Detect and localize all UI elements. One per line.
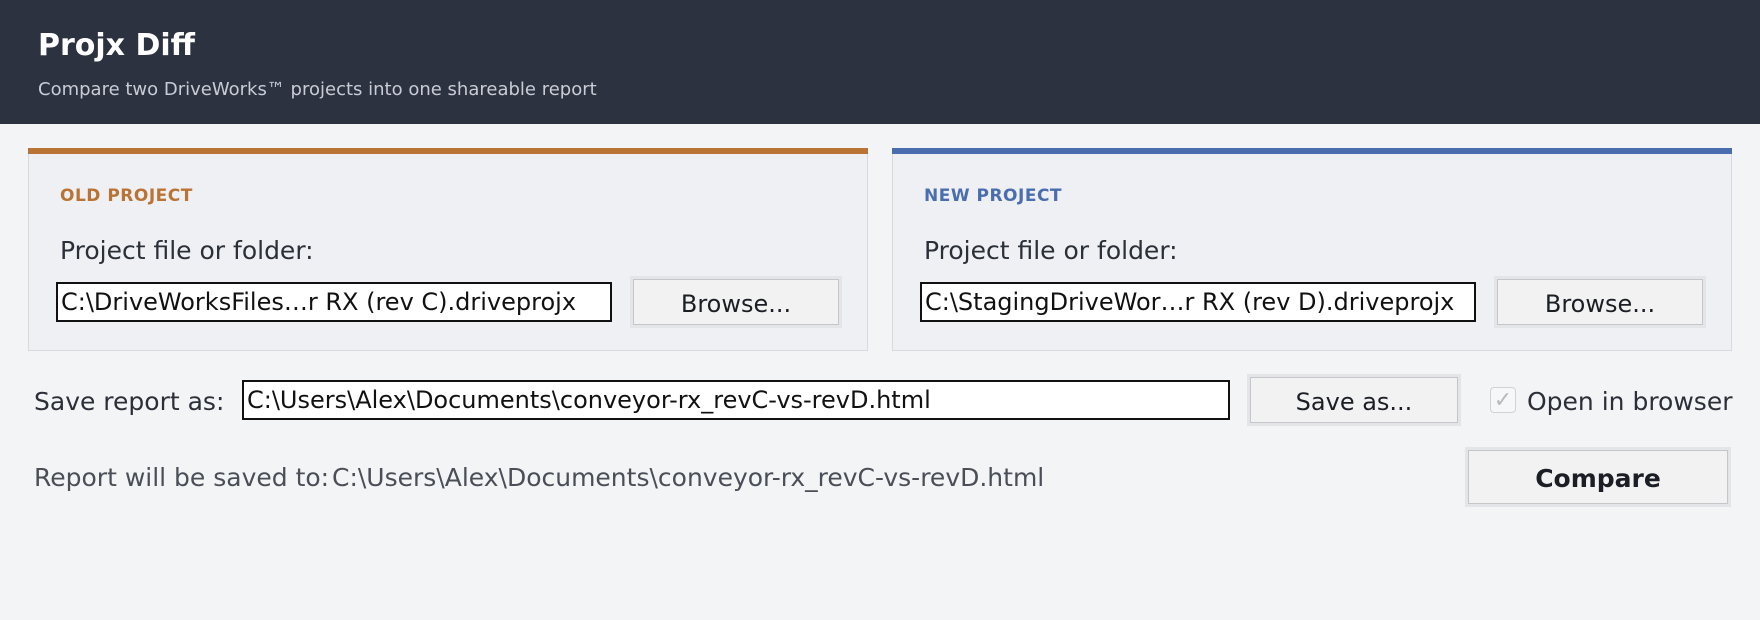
old-project-heading: OLD PROJECT	[60, 186, 193, 206]
new-project-browse-button[interactable]: Browse...	[1497, 279, 1703, 325]
old-project-path-input[interactable]: C:\DriveWorksFiles…r RX (rev C).drivepro…	[56, 282, 612, 322]
old-project-accent-bar	[28, 148, 868, 154]
checkmark-icon: ✓	[1493, 387, 1513, 412]
save-report-label: Save report as:	[34, 387, 225, 416]
new-project-panel: NEW PROJECT Project file or folder: C:\S…	[892, 148, 1732, 351]
new-project-path-input[interactable]: C:\StagingDriveWor…r RX (rev D).drivepro…	[920, 282, 1476, 322]
report-destination-label: Report will be saved to:	[34, 463, 330, 492]
old-project-browse-button[interactable]: Browse...	[633, 279, 839, 325]
new-project-field-label: Project file or folder:	[924, 236, 1178, 265]
new-project-accent-bar	[892, 148, 1732, 154]
save-report-path-input[interactable]: C:\Users\Alex\Documents\conveyor-rx_revC…	[242, 380, 1230, 420]
compare-button[interactable]: Compare	[1468, 450, 1728, 504]
old-project-field-label: Project file or folder:	[60, 236, 314, 265]
old-project-panel: OLD PROJECT Project file or folder: C:\D…	[28, 148, 868, 351]
app-header: Projx Diff Compare two DriveWorks™ proje…	[0, 0, 1760, 124]
app-subtitle: Compare two DriveWorks™ projects into on…	[38, 79, 597, 100]
open-in-browser-label[interactable]: Open in browser	[1527, 387, 1732, 416]
save-as-button[interactable]: Save as...	[1250, 377, 1458, 423]
open-in-browser-checkbox[interactable]: ✓	[1490, 387, 1516, 413]
projx-diff-window: Projx Diff Compare two DriveWorks™ proje…	[0, 0, 1760, 620]
report-destination-path: C:\Users\Alex\Documents\conveyor-rx_revC…	[332, 463, 1045, 492]
app-title: Projx Diff	[38, 28, 195, 63]
new-project-heading: NEW PROJECT	[924, 186, 1063, 206]
